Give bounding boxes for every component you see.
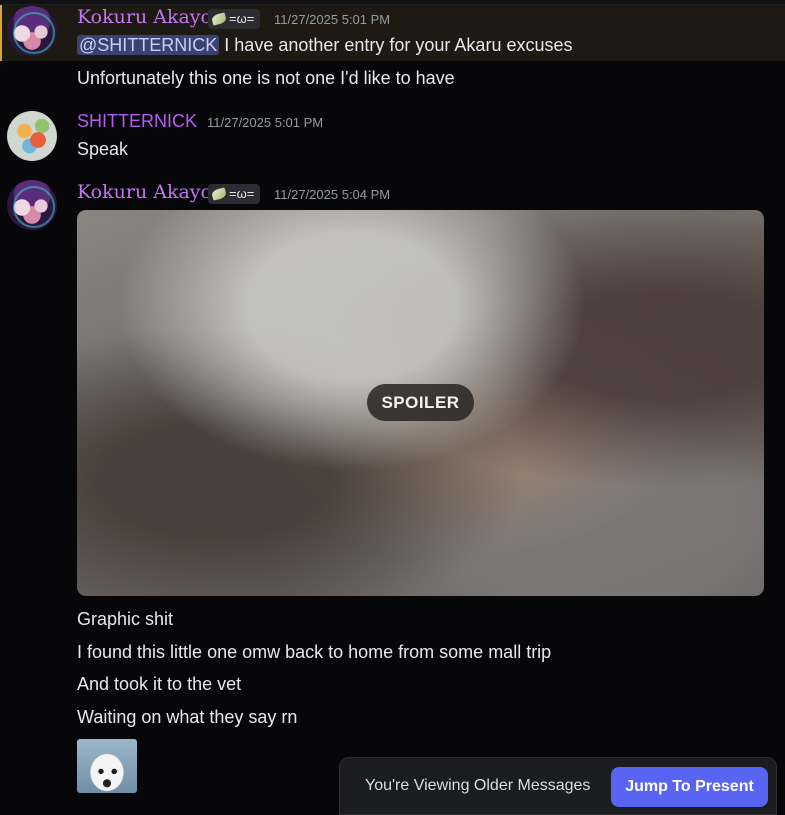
jump-to-present-button[interactable]: Jump To Present [611,767,768,807]
message-line: I have another entry for your Akaru excu… [224,35,573,55]
older-messages-bar: You're Viewing Older Messages Jump To Pr… [339,757,777,815]
timestamp[interactable]: 11/27/2025 5:01 PM [207,115,323,130]
spoiler-button[interactable]: SPOILER [367,384,474,421]
username[interactable]: Kokuru Akayo [77,6,212,28]
message-text: Unfortunately this one is not one I'd li… [77,68,455,88]
message-text: And took it to the vet [77,674,242,694]
dog-image-attachment[interactable] [77,739,137,793]
timestamp[interactable]: 11/27/2025 5:01 PM [274,12,390,27]
spoiler-image[interactable]: SPOILER [77,210,764,596]
message-text: Speak [77,139,129,159]
username[interactable]: SHITTERNICK [77,111,197,132]
user-tag-badge[interactable]: =ω= [208,184,261,204]
message-text: @SHITTERNICK I have another entry for yo… [77,35,572,56]
message-text: Waiting on what they say rn [77,707,298,727]
timestamp[interactable]: 11/27/2025 5:04 PM [274,187,390,202]
user-tag-badge[interactable]: =ω= [208,9,261,29]
message-text: Graphic shit [77,609,174,629]
older-messages-text: You're Viewing Older Messages [365,777,591,794]
avatar[interactable] [7,6,57,56]
username[interactable]: Kokuru Akayo [77,181,212,203]
tag-label: =ω= [229,11,255,26]
tag-label: =ω= [229,186,255,201]
message-text: I found this little one omw back to home… [77,642,552,662]
avatar[interactable] [7,111,57,161]
leaf-icon [210,187,228,201]
chat-view: Kokuru Akayo =ω= 11/27/2025 5:01 PM @SHI… [0,0,785,815]
leaf-icon [210,12,228,26]
user-mention[interactable]: @SHITTERNICK [77,35,220,55]
avatar[interactable] [7,180,57,230]
